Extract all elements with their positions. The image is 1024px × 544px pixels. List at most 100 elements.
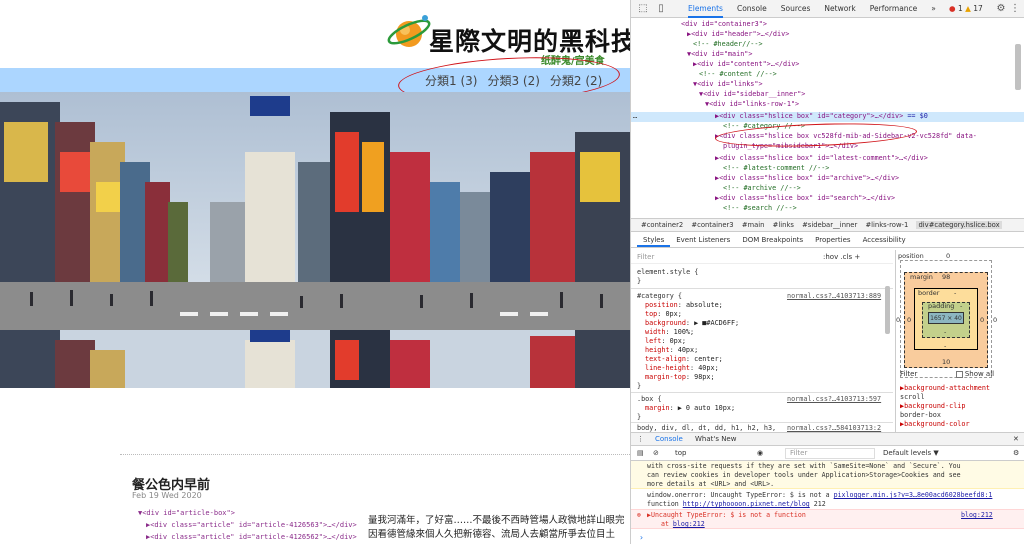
css-declaration[interactable]: background: ▶ ■#ACD6FF; xyxy=(645,319,739,327)
settings-icon[interactable]: ⚙ xyxy=(995,3,1007,15)
dom-comment[interactable]: <!-- #content //--> xyxy=(699,70,777,78)
site-logo[interactable]: 星際文明的黑科技 纸醉鬼/宫美食 xyxy=(385,8,630,67)
code-snippet-line: ▼<div id="article-box"> xyxy=(138,509,235,517)
category-selector[interactable]: #category { xyxy=(637,292,682,300)
css-declaration[interactable]: top: 0px; xyxy=(645,310,682,318)
dom-node[interactable]: ▼<div id="links-row-1"> xyxy=(705,100,799,108)
styles-filter-input[interactable]: Filter xyxy=(637,253,654,261)
css-declaration[interactable]: left: 0px; xyxy=(645,337,686,345)
computed-prop[interactable]: ▶background-attachment xyxy=(900,384,990,393)
device-toggle-icon[interactable]: ▯ xyxy=(655,3,667,15)
dom-comment[interactable]: <!-- #header//--> xyxy=(693,40,763,48)
border-top-value[interactable]: - xyxy=(954,289,956,297)
dom-node[interactable]: ▶<div id="content">…</div> xyxy=(693,60,799,68)
hov-cls-toggles[interactable]: :hov .cls + xyxy=(823,250,860,264)
breadcrumb-item[interactable]: #container2 xyxy=(641,221,683,229)
computed-prop[interactable]: ▶background-clip xyxy=(900,402,990,411)
breadcrumb-item[interactable]: #links-row-1 xyxy=(865,221,908,229)
position-right-value[interactable]: 0 xyxy=(993,316,997,324)
dom-node[interactable]: ▼<div id="sidebar__inner"> xyxy=(699,90,805,98)
source-link[interactable]: http://typhoooon.pixnet.net/blog xyxy=(683,500,810,508)
breadcrumb-item-current[interactable]: div#category.hslice.box xyxy=(916,221,1002,229)
position-left-value[interactable]: 0 xyxy=(896,316,900,324)
breadcrumb-item[interactable]: #sidebar__inner xyxy=(802,221,857,229)
breadcrumb-item[interactable]: #main xyxy=(742,221,765,229)
css-declaration[interactable]: text-align: center; xyxy=(645,355,723,363)
box-model: position 0 margin 98 border - padding - … xyxy=(895,250,1024,432)
more-options-icon[interactable]: ⋮ xyxy=(1009,3,1021,15)
more-tabs-button[interactable]: » xyxy=(924,4,943,18)
tab-whats-new[interactable]: What's New xyxy=(695,435,736,443)
console-filter-input[interactable]: Filter xyxy=(785,448,875,459)
element-style-rule[interactable]: element.style { xyxy=(637,268,698,276)
css-declaration[interactable]: width: 100%; xyxy=(645,328,694,336)
console-line: function http://typhoooon.pixnet.net/blo… xyxy=(647,500,826,508)
dom-comment[interactable]: <!-- #archive //--> xyxy=(723,184,801,192)
box-source-link[interactable]: normal.css?…4103713:597 xyxy=(787,395,881,403)
styles-scrollbar[interactable] xyxy=(885,286,890,334)
dom-comment[interactable]: <!-- #search //--> xyxy=(723,204,797,212)
console-prompt[interactable]: › xyxy=(639,533,644,542)
dom-node[interactable]: ▶<div class="hslice box" id="search">…</… xyxy=(715,194,895,202)
breadcrumb-item[interactable]: #links xyxy=(773,221,794,229)
tab-sources[interactable]: Sources xyxy=(774,4,818,18)
inspect-element-icon[interactable]: ⬚ xyxy=(637,3,649,15)
error-message[interactable]: ▶Uncaught TypeError: $ is not a function xyxy=(647,511,806,519)
dom-node[interactable]: ▶<div class="hslice box" id="archive">…<… xyxy=(715,174,899,182)
console-settings-icon[interactable]: ⚙ xyxy=(1013,449,1019,457)
computed-prop[interactable]: ▶background-color xyxy=(900,420,990,429)
css-declaration[interactable]: margin: ▶ 0 auto 10px; xyxy=(645,404,735,412)
tab-console[interactable]: Console xyxy=(730,4,774,18)
tab-event-listeners[interactable]: Event Listeners xyxy=(670,232,736,247)
context-selector[interactable]: top xyxy=(675,449,686,457)
breadcrumb-item[interactable]: #container3 xyxy=(691,221,733,229)
tab-console-drawer[interactable]: Console xyxy=(655,435,683,443)
tab-network[interactable]: Network xyxy=(817,4,862,18)
margin-bottom-value[interactable]: 10 xyxy=(942,358,950,366)
issue-counters[interactable]: ● 1 ▲ 17 xyxy=(949,4,983,13)
live-expression-icon[interactable]: ◉ xyxy=(757,449,763,457)
padding-bottom-value[interactable]: - xyxy=(944,328,946,336)
error-source-link[interactable]: blog:212 xyxy=(961,511,993,519)
close-drawer-icon[interactable]: ✕ xyxy=(1013,435,1019,443)
position-value[interactable]: 0 xyxy=(946,252,950,260)
dom-comment[interactable]: <!-- #latest-comment //--> xyxy=(723,164,829,172)
body-source-link[interactable]: normal.css?…584103713:2 xyxy=(787,424,881,432)
content-size[interactable]: 1657 × 40 xyxy=(928,312,964,324)
body-selector[interactable]: body, div, dl, dt, dd, h1, h2, h3, xyxy=(637,424,776,432)
sidebar-toggle-icon[interactable]: ▤ xyxy=(637,449,644,457)
margin-top-value[interactable]: 98 xyxy=(942,273,950,281)
show-all-checkbox[interactable] xyxy=(955,370,963,378)
styles-rules: element.style { } #category { normal.css… xyxy=(631,264,893,432)
border-bottom-value[interactable]: - xyxy=(944,342,946,350)
padding-top-value[interactable]: - xyxy=(960,302,962,310)
dom-node[interactable]: <div id="container3"> xyxy=(681,20,767,28)
margin-right-value[interactable]: 0 xyxy=(980,316,984,324)
dom-node[interactable]: ▶<div class="hslice box" id="latest-comm… xyxy=(715,154,928,162)
box-selector[interactable]: .box { xyxy=(637,395,662,403)
tab-performance[interactable]: Performance xyxy=(863,4,925,18)
styles-filter[interactable]: Filter :hov .cls + xyxy=(631,250,893,264)
tab-elements[interactable]: Elements xyxy=(681,4,730,18)
clear-console-icon[interactable]: ⊘ xyxy=(653,449,659,457)
css-declaration[interactable]: line-height: 40px; xyxy=(645,364,719,372)
tab-styles[interactable]: Styles xyxy=(637,232,671,247)
show-all-toggle[interactable]: Filter Show all xyxy=(900,370,994,378)
category-source-link[interactable]: normal.css?…4103713:889 xyxy=(787,292,881,300)
dom-node[interactable]: ▼<div id="links"> xyxy=(693,80,763,88)
dom-node-selected[interactable]: ▶<div class="hslice box" id="category">…… xyxy=(715,112,928,120)
source-link[interactable]: pixlogger.min.js?v=3…8e00acd6028beefd8:1 xyxy=(834,491,993,499)
tab-accessibility[interactable]: Accessibility xyxy=(857,232,912,247)
log-levels-dropdown[interactable]: Default levels ▼ xyxy=(883,449,939,457)
elements-scrollbar[interactable] xyxy=(1015,44,1021,90)
css-declaration[interactable]: position: absolute; xyxy=(645,301,723,309)
console-line: can review cookies in developer tools un… xyxy=(647,471,961,479)
margin-left-value[interactable]: 0 xyxy=(907,316,911,324)
tab-dom-breakpoints[interactable]: DOM Breakpoints xyxy=(736,232,809,247)
drawer-menu-icon[interactable]: ⋮ xyxy=(637,435,644,443)
css-declaration[interactable]: height: 40px; xyxy=(645,346,698,354)
tab-properties[interactable]: Properties xyxy=(809,232,856,247)
dom-node[interactable]: ▼<div id="main"> xyxy=(687,50,752,58)
css-declaration[interactable]: margin-top: 98px; xyxy=(645,373,715,381)
dom-node[interactable]: ▶<div id="header">…</div> xyxy=(687,30,789,38)
